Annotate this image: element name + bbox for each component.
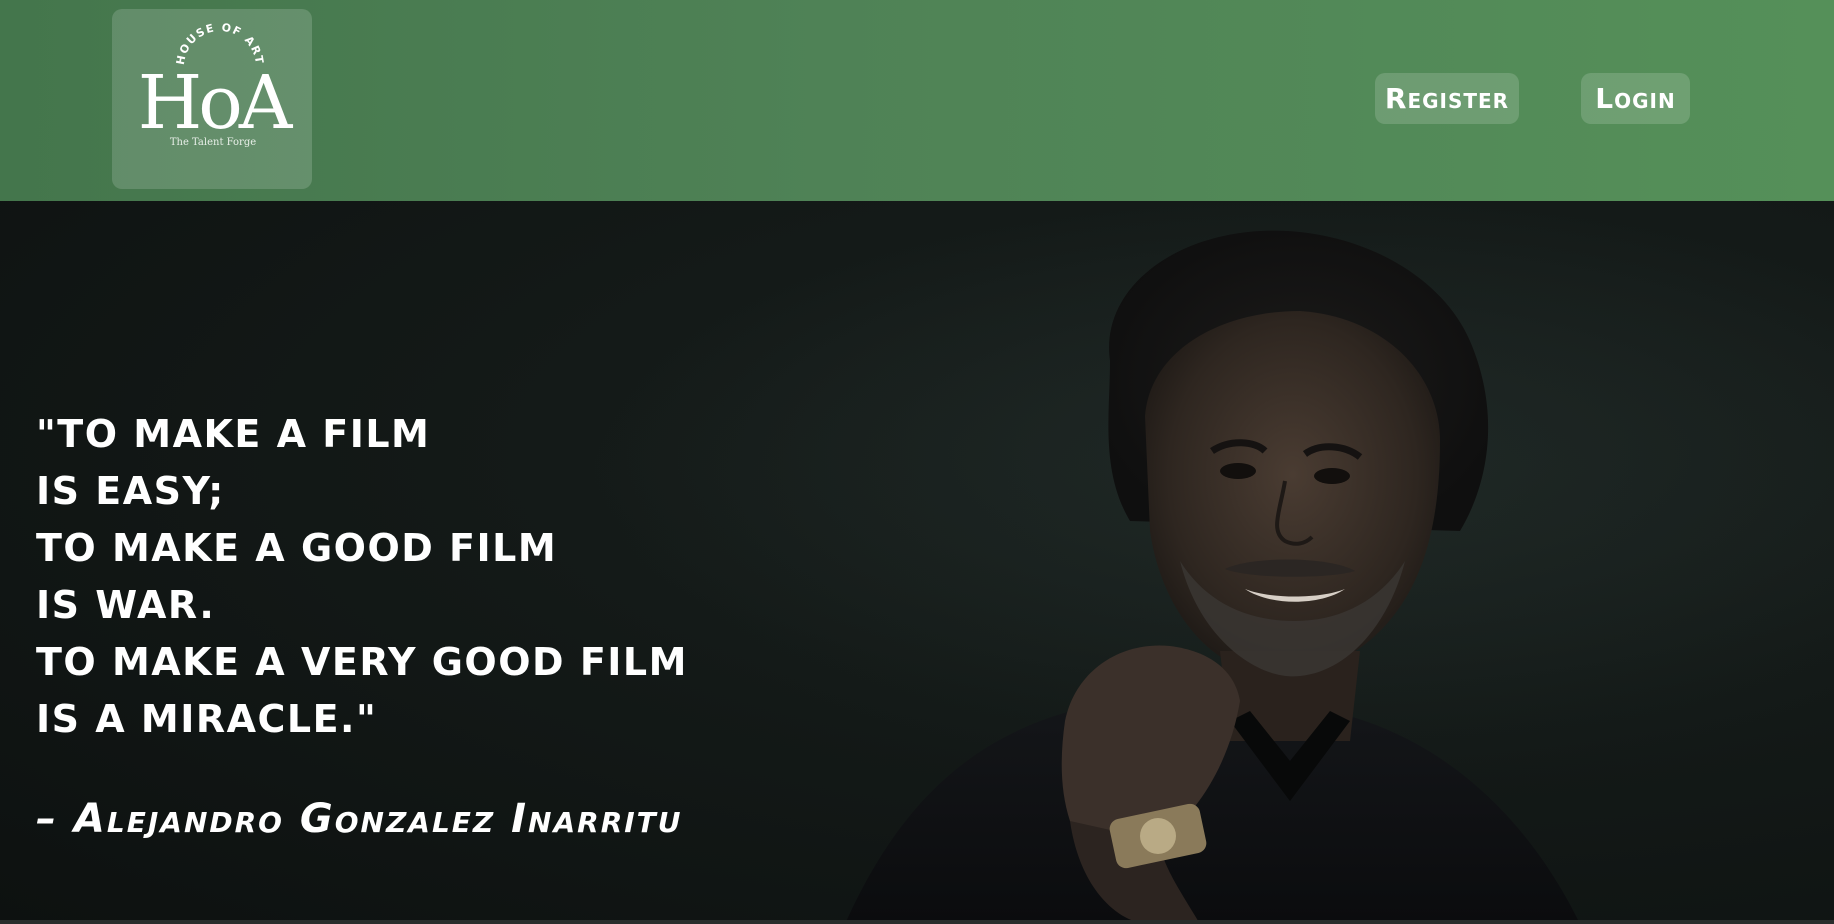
logo-tagline: The Talent Forge — [170, 137, 256, 148]
page: HOUSE OF ART HoA The Talent Forge Regist… — [0, 0, 1834, 924]
film-quote: "TO MAKE A FILM IS EASY; TO MAKE A GOOD … — [36, 406, 688, 748]
quote-author: – Alejandro Gonzalez Inarritu — [36, 796, 683, 842]
site-header: HOUSE OF ART HoA The Talent Forge Regist… — [0, 0, 1834, 201]
quote-line: "TO MAKE A FILM — [36, 412, 431, 456]
logo-mark: HOUSE OF ART HoA The Talent Forge — [138, 21, 298, 148]
hero-section: "TO MAKE A FILM IS EASY; TO MAKE A GOOD … — [0, 201, 1834, 924]
logo[interactable]: HOUSE OF ART HoA The Talent Forge — [112, 9, 312, 189]
login-button[interactable]: Login — [1581, 73, 1690, 124]
bottom-edge-divider — [0, 920, 1834, 924]
register-button[interactable]: Register — [1375, 73, 1519, 124]
quote-line: TO MAKE A VERY GOOD FILM — [36, 640, 688, 684]
quote-line: TO MAKE A GOOD FILM — [36, 526, 558, 570]
logo-monogram: HoA — [138, 60, 294, 146]
quote-line: IS A MIRACLE." — [36, 697, 378, 741]
quote-line: IS EASY; — [36, 469, 225, 513]
quote-line: IS WAR. — [36, 583, 216, 627]
